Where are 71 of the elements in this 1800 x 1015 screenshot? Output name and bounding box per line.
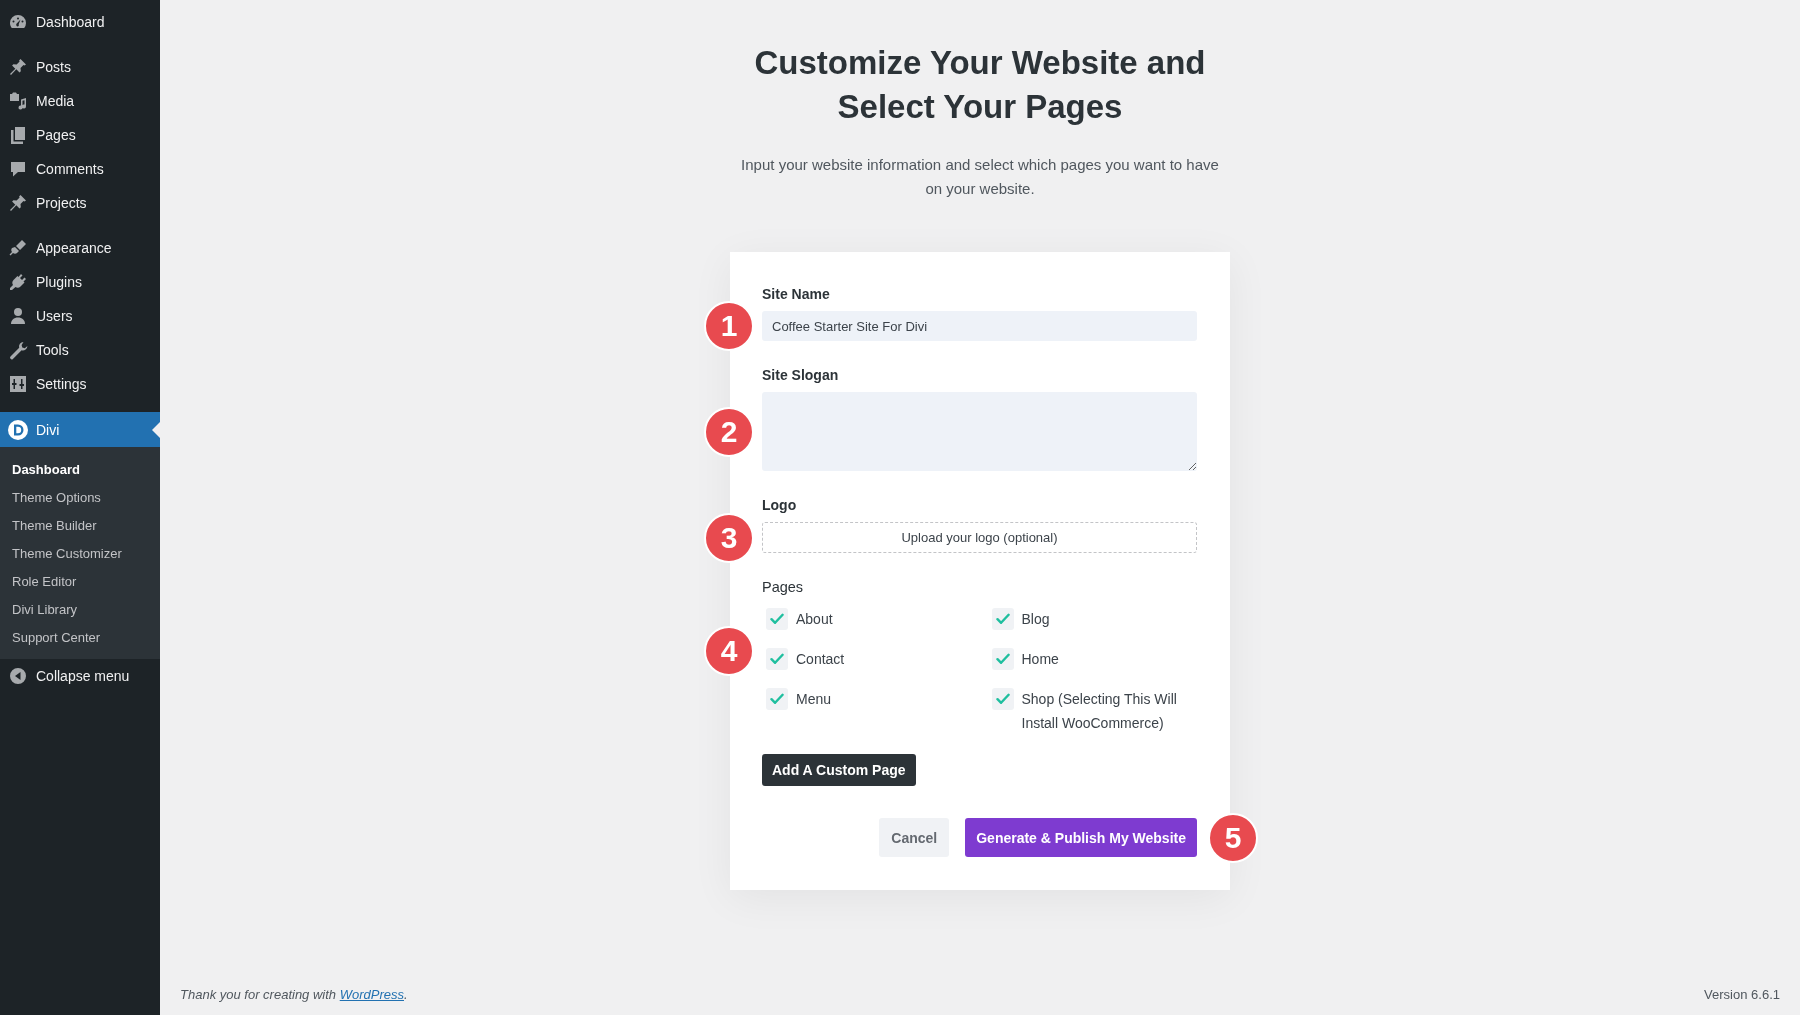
logo-icon bbox=[8, 419, 28, 440]
page-subtitle: Input your website information and select which pages you want to have on your website. bbox=[740, 155, 1220, 199]
checkmark-icon bbox=[995, 613, 1010, 625]
checkbox[interactable] bbox=[991, 648, 1014, 670]
menu-item[interactable]: Users bbox=[0, 299, 160, 333]
menu-item[interactable]: Plugins bbox=[0, 265, 160, 299]
menu-pointer-icon bbox=[152, 421, 160, 438]
wordpress-link[interactable]: WordPress bbox=[339, 987, 404, 1002]
speech-bubble-icon bbox=[8, 159, 28, 179]
submenu-item[interactable]: Role Editor bbox=[0, 567, 160, 595]
submenu-item[interactable]: Theme Customizer bbox=[0, 539, 160, 567]
wrench-icon bbox=[8, 340, 28, 360]
pushpin-icon bbox=[8, 57, 28, 77]
menu-item[interactable]: Appearance bbox=[0, 231, 160, 265]
menu-item[interactable]: Media bbox=[0, 84, 160, 118]
menu-item[interactable]: Settings bbox=[0, 367, 160, 401]
paintbrush-icon bbox=[8, 238, 28, 258]
sliders-icon bbox=[8, 374, 28, 394]
add-custom-page-button[interactable]: Add A Custom Page bbox=[762, 754, 916, 786]
menu-item[interactable]: Pages bbox=[0, 118, 160, 152]
step-number: 4 bbox=[704, 626, 754, 676]
checkmark-icon bbox=[995, 693, 1010, 705]
field-label: Pages bbox=[762, 578, 805, 597]
submenu-item[interactable]: Divi Library bbox=[0, 595, 160, 623]
submenu-item[interactable]: Theme Builder bbox=[0, 511, 160, 539]
publish-button[interactable]: Generate & Publish My Website bbox=[965, 818, 1197, 857]
checkbox-label: Contact bbox=[796, 650, 845, 669]
checkbox-label: Shop (Selecting This Will Install WooCommerce) bbox=[1021, 690, 1178, 733]
menu-item[interactable]: Tools bbox=[0, 333, 160, 367]
person-icon bbox=[8, 306, 28, 326]
text-input[interactable]: Coffee Starter Site For Divi bbox=[762, 311, 1197, 341]
submenu-item[interactable]: Support Center bbox=[0, 623, 160, 651]
submenu-item[interactable]: Dashboard bbox=[0, 455, 160, 483]
checkbox[interactable] bbox=[991, 688, 1014, 710]
checkbox-label: Menu bbox=[796, 690, 832, 709]
checkbox[interactable] bbox=[766, 688, 788, 710]
checkmark-icon bbox=[770, 693, 784, 705]
checkmark-icon bbox=[770, 653, 784, 665]
checkbox[interactable] bbox=[991, 608, 1014, 630]
step-number: 3 bbox=[704, 512, 754, 563]
camera-note-icon bbox=[8, 91, 28, 111]
menu-item[interactable]: Posts bbox=[0, 50, 160, 84]
menu-item[interactable]: Projects bbox=[0, 186, 160, 220]
step-number: 5 bbox=[1208, 812, 1258, 863]
field-label: Logo bbox=[762, 496, 798, 515]
field-label: Site Name bbox=[762, 285, 831, 304]
step-number: 2 bbox=[704, 406, 754, 457]
menu-item[interactable]: Divi bbox=[0, 412, 160, 447]
checkbox-label: Blog bbox=[1021, 610, 1050, 629]
plug-icon bbox=[8, 272, 28, 292]
menu-item[interactable]: Dashboard bbox=[0, 5, 160, 39]
submenu-item[interactable]: Theme Options bbox=[0, 483, 160, 511]
footer-credit: Thank you for creating with WordPress. bbox=[180, 986, 408, 1004]
checkbox-label: About bbox=[796, 610, 833, 629]
pushpin-icon bbox=[8, 193, 28, 213]
checkmark-icon bbox=[770, 613, 784, 625]
checkbox[interactable] bbox=[766, 648, 788, 670]
cancel-button[interactable]: Cancel bbox=[879, 818, 950, 857]
step-number: 1 bbox=[704, 301, 754, 351]
circle-left-arrow-icon bbox=[8, 666, 28, 686]
checkbox-label: Home bbox=[1021, 650, 1059, 669]
textarea-input[interactable] bbox=[762, 392, 1197, 471]
menu-item[interactable]: Comments bbox=[0, 152, 160, 186]
upload-button[interactable]: Upload your logo (optional) bbox=[762, 522, 1197, 553]
documents-icon bbox=[8, 125, 28, 145]
checkmark-icon bbox=[995, 653, 1010, 665]
collapse-menu-button[interactable]: Collapse menu bbox=[0, 659, 160, 693]
version-text: Version 6.6.1 bbox=[1704, 986, 1780, 1004]
page-title: Customize Your Website and Select Your Pages bbox=[753, 43, 1207, 127]
checkbox[interactable] bbox=[766, 608, 788, 630]
field-label: Site Slogan bbox=[762, 366, 840, 385]
